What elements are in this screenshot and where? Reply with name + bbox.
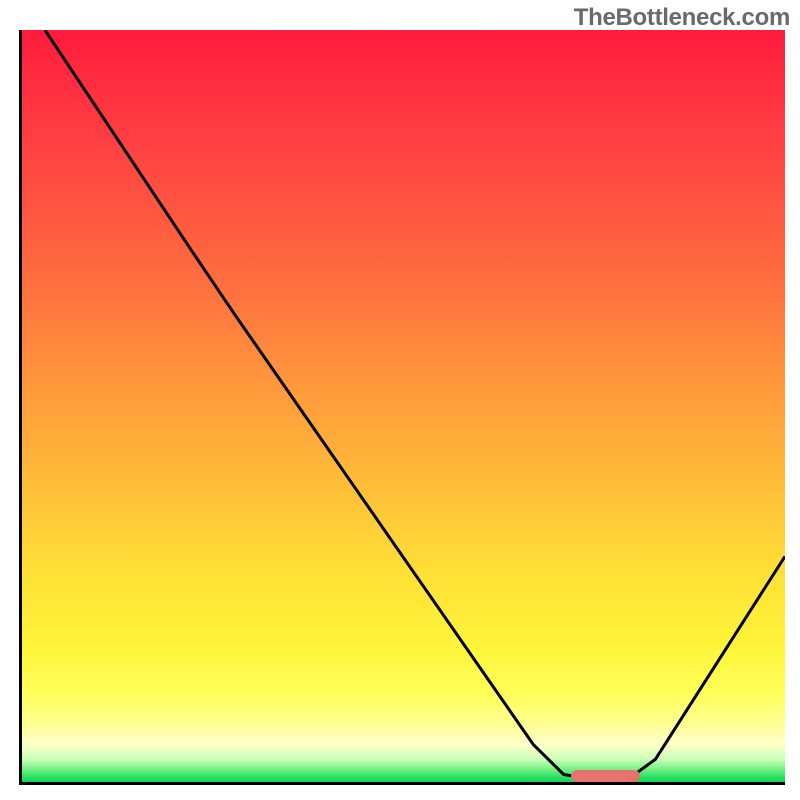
watermark-text: TheBottleneck.com	[574, 4, 790, 32]
curve-svg	[22, 30, 785, 782]
plot-area	[19, 30, 785, 785]
chart-root: TheBottleneck.com	[0, 0, 800, 800]
optimal-marker	[571, 770, 640, 782]
bottleneck-curve-path	[45, 30, 785, 778]
